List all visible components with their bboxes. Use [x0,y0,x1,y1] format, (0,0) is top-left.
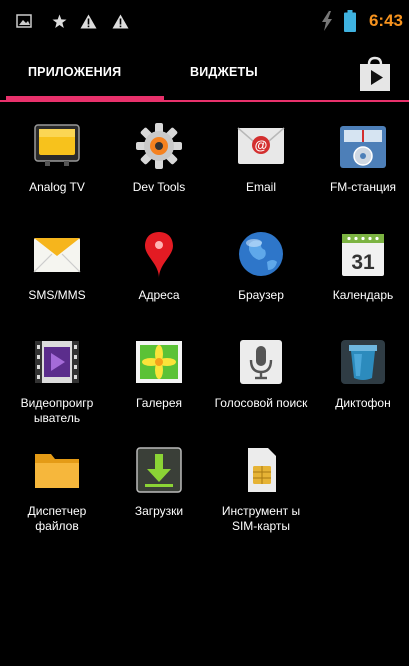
calendar-icon: 31 [342,234,384,276]
app-label: Dev Tools [132,180,186,194]
app-label: SMS/MMS [28,288,86,302]
folder-icon [35,454,79,488]
tab-active-indicator [6,96,164,102]
app-label: FM-станция [329,180,397,194]
svg-text:@: @ [255,138,268,153]
tab-apps[interactable]: ПРИЛОЖЕНИЯ [28,65,121,79]
gallery-icon [136,341,182,383]
calendar-day: 31 [351,251,375,274]
app-label: Диспетчер файлов [27,504,87,533]
status-time: 6:43 [368,11,403,30]
sim-card-icon [248,448,276,492]
image-notification-icon [16,14,32,28]
app-label: Email [245,180,276,194]
app-label: Адреса [138,288,180,302]
app-label: Диктофон [335,396,391,410]
download-icon [136,447,182,493]
envelope-icon [33,238,81,273]
video-player-icon [35,341,79,383]
tab-widgets[interactable]: ВИДЖЕТЫ [190,65,258,79]
tv-icon [34,124,80,166]
tab-bar: ПРИЛОЖЕНИЯ ВИДЖЕТЫ [0,46,409,106]
play-store-icon [360,56,390,91]
battery-icon [344,10,356,32]
warning-icon [80,14,97,29]
globe-icon [239,232,283,276]
star-notification-icon [52,14,67,28]
play-store-button[interactable] [355,54,395,94]
recorder-icon [341,340,385,384]
status-bar: 6:43 [0,0,409,46]
microphone-icon [240,340,282,384]
radio-icon [340,126,386,168]
gear-icon [136,123,182,169]
warning-icon [112,14,129,29]
app-label: Галерея [135,396,183,410]
app-label: Браузер [238,288,284,302]
app-label: Календарь [332,288,394,302]
app-label: Analog TV [29,180,85,194]
app-label: Видеопроигр ыватель [20,396,94,425]
app-label: Загрузки [134,504,184,518]
app-label: Голосовой поиск [214,396,308,410]
app-label: Инструмент ы SIM-карты [221,504,301,533]
map-pin-icon [145,232,173,278]
email-icon: @ [237,127,285,164]
charging-icon [322,11,332,31]
